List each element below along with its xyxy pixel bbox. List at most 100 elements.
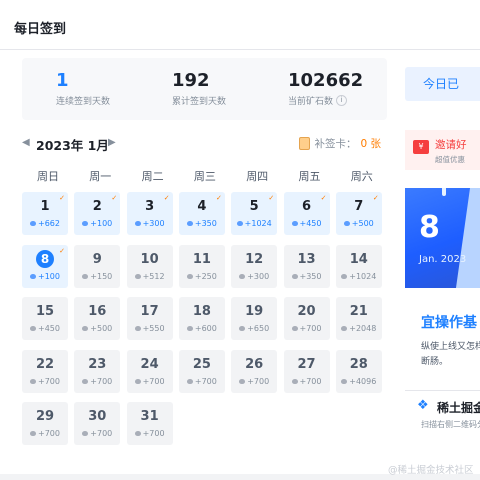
calendar-day[interactable]: 18 +600: [178, 297, 225, 340]
calendar-day[interactable]: 14 +1024: [335, 244, 382, 288]
stat-total: 192 累计签到天数: [172, 70, 226, 107]
chevron-left-icon[interactable]: ◀: [22, 137, 30, 148]
calendar-day[interactable]: 12 +300: [231, 244, 278, 288]
points-value: +550: [142, 324, 165, 333]
stat-label: 连续签到天数: [56, 97, 111, 107]
calendar-day[interactable]: ✓ 2 +100: [74, 192, 121, 235]
ore-icon: [30, 431, 36, 436]
calendar-day[interactable]: ✓ 7 +500: [335, 192, 382, 235]
points-value: +500: [90, 324, 113, 333]
calendar-day[interactable]: ✓ 3 +300: [126, 192, 173, 235]
calendar-day[interactable]: 15 +450: [22, 297, 68, 340]
ore-icon: [186, 326, 193, 331]
weekday-label: 周日: [37, 170, 59, 183]
calendar-day[interactable]: 30 +700: [74, 402, 121, 445]
fortune-title: 宜操作基: [421, 315, 477, 331]
calendar-day[interactable]: 23 +700: [74, 349, 121, 393]
day-points: +150: [74, 272, 120, 281]
calendar-day[interactable]: 28 +4096: [335, 349, 382, 393]
stat-value: 1: [56, 70, 69, 91]
ore-icon: [134, 326, 141, 331]
invite-banner[interactable]: ¥ 邀请好 超值优惠: [405, 130, 480, 170]
ore-icon: [30, 221, 36, 226]
day-number: 30: [88, 409, 107, 424]
ore-icon: [82, 326, 89, 331]
weekday-label: 周五: [298, 170, 321, 183]
resign-card-count: 0 张: [360, 138, 381, 150]
day-points: +700: [179, 377, 225, 386]
calendar-day[interactable]: 10 +512: [126, 244, 173, 288]
ore-icon: [291, 221, 298, 226]
today-day-number: 8: [36, 249, 54, 268]
page-title: 每日签到: [14, 22, 67, 37]
ore-icon: [82, 273, 89, 279]
day-number: 22: [35, 356, 55, 372]
day-number: 21: [349, 304, 368, 319]
fortune-body: 纵使上线又怎样 断肠。: [421, 340, 480, 370]
ore-icon: [239, 378, 246, 384]
points-value: +450: [299, 219, 322, 228]
calendar-day[interactable]: ✓ 8 +100: [22, 244, 68, 288]
points-value: +250: [194, 271, 217, 281]
day-points: +700: [284, 324, 330, 333]
calendar-day[interactable]: 31 +700: [126, 402, 173, 445]
calendar-day[interactable]: 25 +700: [178, 349, 225, 393]
date-banner: 8 Jan. 2023: [405, 188, 480, 288]
calendar-day[interactable]: 11 +250: [178, 244, 225, 288]
weekday-label: 周一: [89, 170, 112, 183]
day-points: +450: [284, 219, 330, 228]
day-points: +650: [231, 324, 277, 333]
day-points: +662: [22, 219, 68, 228]
day-points: +512: [127, 272, 173, 281]
ore-icon: [341, 378, 348, 384]
points-value: +700: [142, 429, 165, 438]
calendar-day[interactable]: 24 +700: [126, 349, 173, 393]
ore-icon: [291, 326, 298, 331]
calendar-day[interactable]: 17 +550: [126, 297, 173, 340]
day-number: 15: [35, 304, 55, 319]
day-points: +550: [127, 324, 173, 333]
day-number: 3: [145, 199, 155, 214]
stat-consecutive: 1 连续签到天数: [56, 70, 110, 107]
points-value: +700: [299, 324, 322, 333]
calendar-day[interactable]: 26 +700: [231, 349, 278, 393]
day-number: 5: [249, 199, 259, 214]
calendar-grid: ✓ 1 +662 ✓ 2 +100 ✓ 3 +300 ✓ 4 +350 ✓ 5 +1024 ✓ 6 +450 ✓ 7 +…: [22, 192, 388, 445]
red-envelope-icon: ¥: [413, 140, 429, 154]
points-value: +4096: [349, 376, 377, 386]
calendar-day[interactable]: 27 +700: [283, 349, 330, 393]
day-points: +450: [22, 324, 68, 333]
calendar-day[interactable]: 9 +150: [74, 244, 121, 288]
calendar-day[interactable]: ✓ 6 +450: [283, 192, 330, 235]
brand-name: 稀土掘金: [437, 401, 480, 415]
calendar-day[interactable]: 21 +2048: [335, 297, 382, 340]
points-value: +650: [247, 324, 270, 333]
calendar-day[interactable]: 29 +700: [22, 402, 68, 445]
info-icon[interactable]: i: [336, 95, 348, 106]
day-number: 20: [297, 304, 316, 319]
weekday-header: 周日 周一 周二 周三 周四 周五 周六: [22, 168, 388, 183]
calendar-day[interactable]: 20 +700: [283, 297, 330, 340]
brand-scan-hint: 扫描右侧二维码分享: [421, 420, 480, 429]
points-value: +450: [38, 324, 60, 333]
ore-icon: [341, 326, 348, 331]
day-number: 11: [192, 251, 211, 267]
signin-panel: 每日签到 1 连续签到天数 192 累计签到天数 102662 当前矿石数 i ◀…: [0, 0, 480, 474]
resign-card-label: 补签卡：: [314, 138, 357, 150]
calendar-day[interactable]: ✓ 1 +662: [22, 192, 68, 235]
points-value: +600: [194, 324, 217, 333]
calendar-day[interactable]: 22 +700: [22, 349, 68, 393]
points-value: +1024: [244, 219, 272, 228]
calendar-day[interactable]: ✓ 5 +1024: [231, 192, 278, 235]
signed-today-button[interactable]: 今日已: [405, 67, 480, 101]
stat-value: 102662: [288, 70, 364, 91]
day-number: 18: [192, 304, 211, 319]
day-number: 26: [245, 356, 264, 372]
calendar-day[interactable]: ✓ 4 +350: [178, 192, 225, 235]
calendar-day[interactable]: 16 +500: [74, 297, 121, 340]
calendar-day[interactable]: 13 +350: [283, 244, 330, 288]
calendar-day[interactable]: 19 +650: [231, 297, 278, 340]
chevron-right-icon[interactable]: ▶: [108, 137, 116, 148]
ore-icon: [134, 221, 141, 226]
resign-card[interactable]: 补签卡： 0 张: [299, 136, 381, 151]
